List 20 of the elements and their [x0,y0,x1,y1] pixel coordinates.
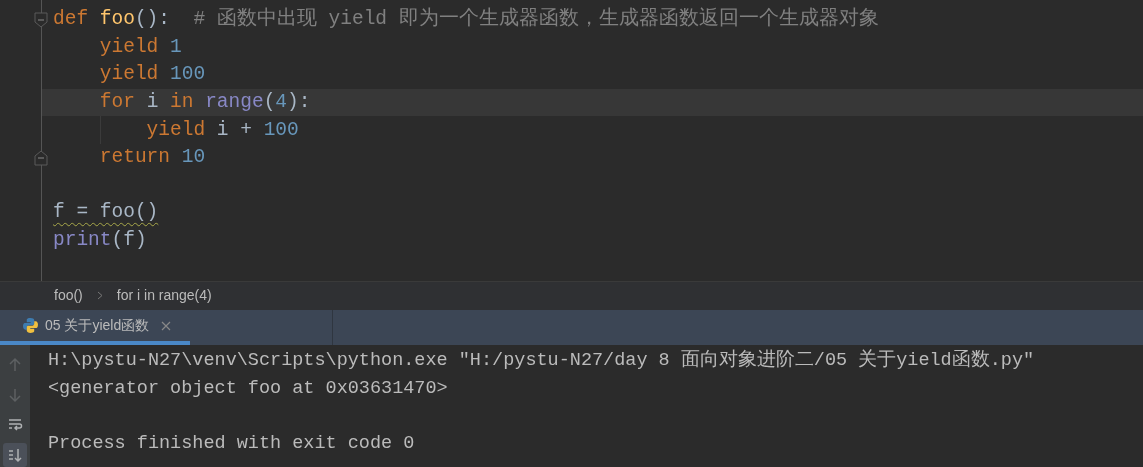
chevron-icon [96,291,103,301]
console-line: H:\pystu-N27\venv\Scripts\python.exe "H:/pystu-N27/day 8 面向对象进阶二/05 关于yield函数.py" [48,348,1035,373]
scroll-to-end-icon[interactable] [7,447,23,463]
code-line: return 10 [98,145,206,171]
code-line: f = foo() [52,200,159,226]
fold-icon[interactable] [34,11,48,28]
code-line: yield i + 100 [145,117,299,143]
console-line: <generator object foo at 0x03631470> [48,376,448,401]
code-line: yield 100 [98,62,206,88]
code-line: yield 1 [98,34,182,60]
fold-icon[interactable] [34,149,48,166]
breadcrumb[interactable]: foo() [54,285,83,307]
close-icon[interactable] [161,320,172,331]
python-icon [22,317,39,335]
console-line: Process finished with exit code 0 [48,431,415,456]
breadcrumb[interactable]: for i in range(4) [116,285,212,307]
code-line: print(f) [52,228,147,254]
soft-wrap-icon[interactable] [7,417,23,433]
code-line: for i in range(4): [98,90,311,116]
code-line: def foo(): # 函数中出现 yield 即为一个生成器函数，生成器函数返回一个生成器对象 [52,6,879,33]
